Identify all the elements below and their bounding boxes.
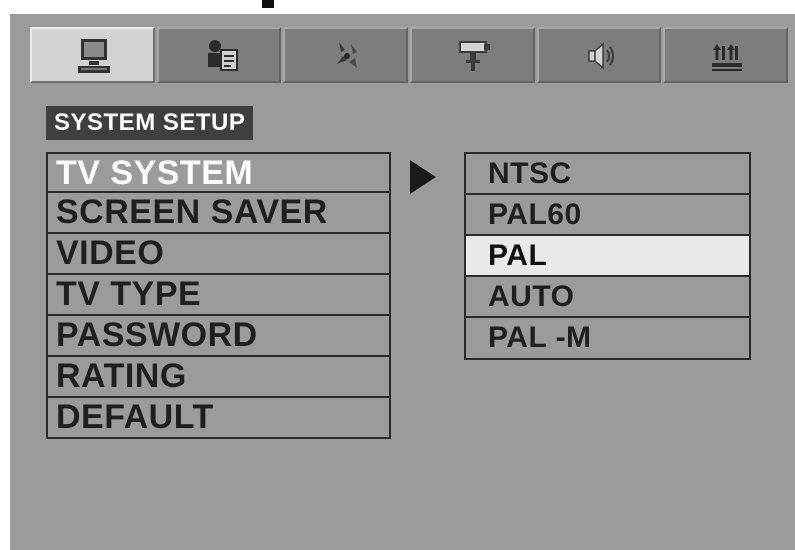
tab-bar	[30, 27, 790, 85]
audio-icon	[337, 42, 358, 68]
tab-digital[interactable]	[663, 27, 789, 83]
tab-system[interactable]	[30, 27, 155, 83]
menu-item-default[interactable]: DEFAULT	[46, 398, 391, 439]
tab-language[interactable]	[156, 27, 282, 83]
tab-video[interactable]	[410, 27, 535, 83]
video-icon	[459, 41, 491, 71]
tv-system-options: NTSC PAL60 PAL AUTO PAL -M	[464, 152, 751, 360]
setup-menu: TV SYSTEM SCREEN SAVER VIDEO TV TYPE PAS…	[46, 152, 391, 439]
menu-item-password[interactable]: PASSWORD	[46, 316, 391, 357]
menu-item-rating[interactable]: RATING	[46, 357, 391, 398]
option-auto[interactable]: AUTO	[464, 277, 751, 318]
menu-item-tv-system[interactable]: TV SYSTEM	[46, 152, 391, 193]
option-pal-m[interactable]: PAL -M	[464, 318, 751, 360]
menu-item-screen-saver[interactable]: SCREEN SAVER	[46, 193, 391, 234]
top-edge-mark	[262, 0, 274, 8]
language-icon	[207, 40, 238, 71]
menu-item-video[interactable]: VIDEO	[46, 234, 391, 275]
section-title: SYSTEM SETUP	[46, 106, 254, 140]
monitor-icon	[78, 39, 110, 73]
digital-icon	[712, 44, 743, 71]
menu-item-tv-type[interactable]: TV TYPE	[46, 275, 391, 316]
option-pal[interactable]: PAL	[464, 236, 751, 277]
option-pal60[interactable]: PAL60	[464, 195, 751, 236]
tab-audio[interactable]	[283, 27, 409, 83]
option-ntsc[interactable]: NTSC	[464, 152, 751, 195]
setup-screen: SYSTEM SETUP TV SYSTEM SCREEN SAVER VIDE…	[10, 14, 795, 550]
speaker-icon	[587, 42, 614, 70]
tab-speaker[interactable]	[536, 27, 662, 83]
submenu-arrow-icon	[410, 160, 436, 194]
